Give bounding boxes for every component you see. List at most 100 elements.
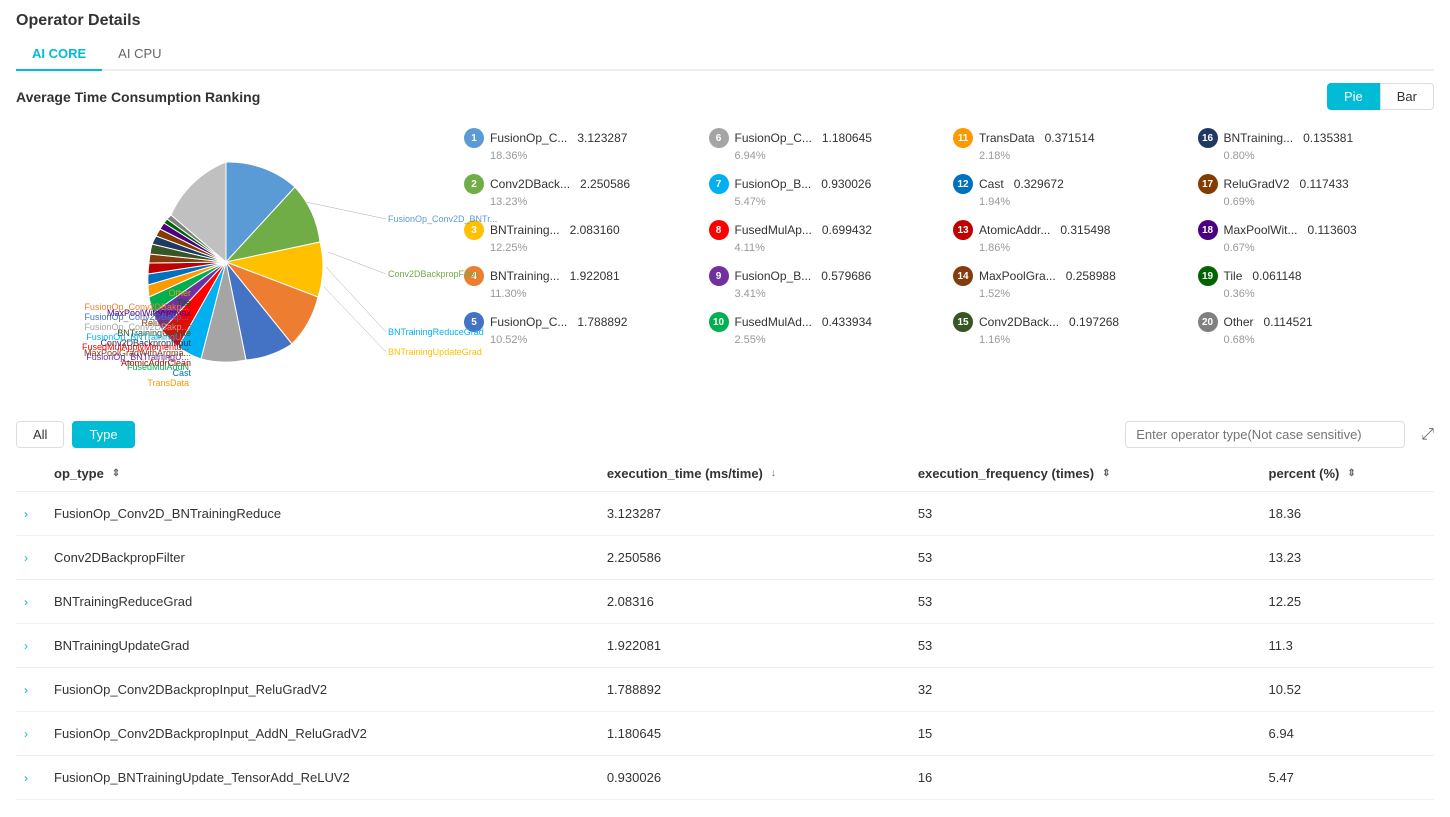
legend-pct-17: 0.69% (1224, 196, 1427, 208)
page-title: Operator Details (16, 12, 1434, 30)
expand-icon[interactable]: ⤢ (1421, 426, 1434, 444)
col-exec-freq[interactable]: execution_frequency (times) ⇕ (910, 456, 1261, 492)
operator-search-input[interactable] (1125, 421, 1405, 448)
table-row: › BNTrainingUpdateGrad 1.922081 53 11.3 (16, 624, 1434, 668)
tab-ai-core[interactable]: AI CORE (16, 38, 102, 71)
row-expand-6[interactable]: › (16, 712, 46, 756)
legend-name-6: FusionOp_C... (735, 131, 812, 145)
legend-pct-9: 3.41% (735, 288, 938, 300)
legend-pct-6: 6.94% (735, 150, 938, 162)
legend-name-18: MaxPoolWit... (1224, 223, 1298, 237)
row-pct-2: 13.23 (1261, 536, 1434, 580)
bar-toggle-button[interactable]: Bar (1380, 83, 1434, 110)
legend-item-5: 5 FusionOp_C... 1.788892 10.52% (456, 306, 701, 352)
legend-item-12: 12 Cast 0.329672 1.94% (945, 168, 1190, 214)
row-pct-4: 11.3 (1261, 624, 1434, 668)
section-title: Average Time Consumption Ranking (16, 89, 260, 105)
legend-pct-5: 10.52% (490, 334, 693, 346)
legend-value-11: 0.371514 (1045, 131, 1095, 145)
row-exec-freq-1: 53 (910, 492, 1261, 536)
legend-pct-7: 5.47% (735, 196, 938, 208)
legend-item-2: 2 Conv2DBack... 2.250586 13.23% (456, 168, 701, 214)
legend-value-20: 0.114521 (1264, 315, 1313, 329)
legend-value-6: 1.180645 (822, 131, 872, 145)
legend-name-4: BNTraining... (490, 269, 560, 283)
row-exec-freq-7: 16 (910, 756, 1261, 800)
legend-value-14: 0.258988 (1066, 269, 1116, 283)
legend-num-15: 15 (953, 312, 973, 332)
legend-name-11: TransData (979, 131, 1035, 145)
table-row: › Conv2DBackpropFilter 2.250586 53 13.23 (16, 536, 1434, 580)
legend-num-18: 18 (1198, 220, 1218, 240)
legend-value-7: 0.930026 (821, 177, 871, 191)
row-expand-4[interactable]: › (16, 624, 46, 668)
legend-value-2: 2.250586 (580, 177, 630, 191)
legend-grid: 1 FusionOp_C... 3.123287 18.36% 6 Fusion… (456, 122, 1434, 405)
legend-item-7: 7 FusionOp_B... 0.930026 5.47% (701, 168, 946, 214)
legend-pct-4: 11.30% (490, 288, 693, 300)
legend-num-7: 7 (709, 174, 729, 194)
legend-num-17: 17 (1198, 174, 1218, 194)
legend-item-16: 16 BNTraining... 0.135381 0.80% (1190, 122, 1435, 168)
tab-ai-cpu[interactable]: AI CPU (102, 38, 177, 71)
row-exec-freq-4: 53 (910, 624, 1261, 668)
svg-text:FusedMulApplyMomentu...: FusedMulApplyMomentu... (82, 342, 189, 352)
row-expand-1[interactable]: › (16, 492, 46, 536)
col-percent[interactable]: percent (%) ⇕ (1261, 456, 1434, 492)
legend-name-8: FusedMulAp... (735, 223, 812, 237)
legend-pct-1: 18.36% (490, 150, 693, 162)
legend-pct-12: 1.94% (979, 196, 1182, 208)
legend-name-2: Conv2DBack... (490, 177, 570, 191)
row-op-type-7: FusionOp_BNTrainingUpdate_TensorAdd_ReLU… (46, 756, 599, 800)
svg-text:BNTrainingReduceGrad: BNTrainingReduceGrad (388, 327, 484, 337)
svg-text:FusionOp_Conv2DBakp...: FusionOp_Conv2DBakp... (84, 302, 189, 312)
row-expand-5[interactable]: › (16, 668, 46, 712)
legend-item-19: 19 Tile 0.061148 0.36% (1190, 260, 1435, 306)
legend-pct-13: 1.86% (979, 242, 1182, 254)
sort-exec-time-icon: ↓ (771, 468, 776, 479)
table-row: › BNTrainingReduceGrad 2.08316 53 12.25 (16, 580, 1434, 624)
row-exec-time-4: 1.922081 (599, 624, 910, 668)
legend-value-10: 0.433934 (822, 315, 872, 329)
legend-item-20: 20 Other 0.114521 0.68% (1190, 306, 1435, 352)
legend-item-8: 8 FusedMulAp... 0.699432 4.11% (701, 214, 946, 260)
legend-num-2: 2 (464, 174, 484, 194)
col-op-type[interactable]: op_type ⇕ (46, 456, 599, 492)
tabs-container: AI CORE AI CPU (16, 38, 1434, 71)
row-op-type-6: FusionOp_Conv2DBackpropInput_AddN_ReluGr… (46, 712, 599, 756)
legend-item-10: 10 FusedMulAd... 0.433934 2.55% (701, 306, 946, 352)
legend-name-20: Other (1224, 315, 1254, 329)
pie-toggle-button[interactable]: Pie (1327, 83, 1380, 110)
legend-value-5: 1.788892 (577, 315, 627, 329)
sort-percent-icon: ⇕ (1347, 468, 1355, 479)
legend-value-15: 0.197268 (1069, 315, 1119, 329)
svg-text:FusionOp_Conv2D_BNTr...: FusionOp_Conv2D_BNTr... (388, 214, 497, 224)
legend-pct-11: 2.18% (979, 150, 1182, 162)
sort-exec-freq-icon: ⇕ (1102, 468, 1110, 479)
legend-name-1: FusionOp_C... (490, 131, 567, 145)
row-expand-3[interactable]: › (16, 580, 46, 624)
table-header: op_type ⇕ execution_time (ms/time) ↓ exe… (16, 456, 1434, 492)
legend-item-13: 13 AtomicAddr... 0.315498 1.86% (945, 214, 1190, 260)
legend-name-15: Conv2DBack... (979, 315, 1059, 329)
main-section: Average Time Consumption Ranking Pie Bar (0, 71, 1450, 812)
legend-value-18: 0.113603 (1308, 223, 1357, 237)
table-row: › FusionOp_Conv2DBackpropInput_AddN_Relu… (16, 712, 1434, 756)
section-header: Average Time Consumption Ranking Pie Bar (16, 83, 1434, 110)
row-exec-freq-2: 53 (910, 536, 1261, 580)
legend-pct-8: 4.11% (735, 242, 938, 254)
filter-all-button[interactable]: All (16, 421, 64, 448)
row-expand-2[interactable]: › (16, 536, 46, 580)
legend-pct-2: 13.23% (490, 196, 693, 208)
filter-type-button[interactable]: Type (72, 421, 134, 448)
table-row: › FusionOp_BNTrainingUpdate_TensorAdd_Re… (16, 756, 1434, 800)
legend-item-18: 18 MaxPoolWit... 0.113603 0.67% (1190, 214, 1435, 260)
table-wrapper: op_type ⇕ execution_time (ms/time) ↓ exe… (16, 456, 1434, 800)
row-expand-7[interactable]: › (16, 756, 46, 800)
col-exec-time[interactable]: execution_time (ms/time) ↓ (599, 456, 910, 492)
legend-name-16: BNTraining... (1224, 131, 1294, 145)
row-op-type-1: FusionOp_Conv2D_BNTrainingReduce (46, 492, 599, 536)
legend-name-10: FusedMulAd... (735, 315, 812, 329)
legend-num-19: 19 (1198, 266, 1218, 286)
svg-text:FusionOp_Conv2DBakp...: FusionOp_Conv2DBakp... (84, 322, 189, 332)
